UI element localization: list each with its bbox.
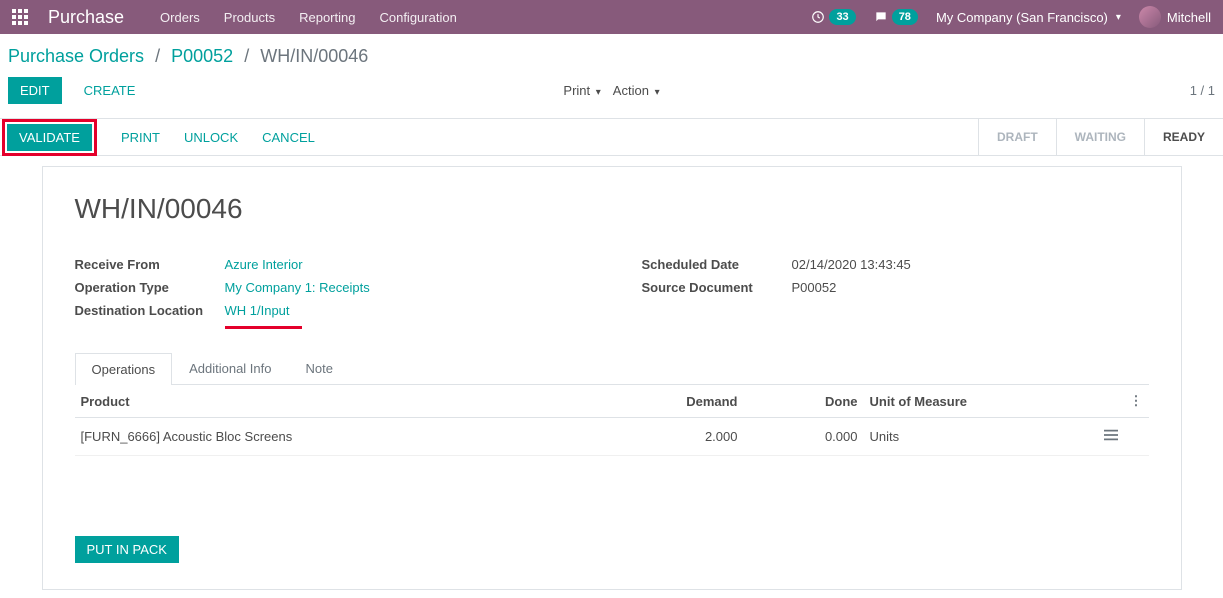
- col-product: Product: [75, 385, 624, 418]
- operation-type-value[interactable]: My Company 1: Receipts: [225, 280, 370, 295]
- receive-from-value[interactable]: Azure Interior: [225, 257, 303, 272]
- print-button[interactable]: PRINT: [121, 130, 160, 145]
- user-menu[interactable]: Mitchell: [1139, 6, 1211, 28]
- nav-configuration[interactable]: Configuration: [379, 10, 456, 25]
- breadcrumb: Purchase Orders / P00052 / WH/IN/00046: [0, 34, 1223, 67]
- scheduled-date-value: 02/14/2020 13:43:45: [792, 257, 911, 272]
- table-row[interactable]: [FURN_6666] Acoustic Bloc Screens 2.000 …: [75, 418, 1149, 456]
- list-icon[interactable]: [1104, 428, 1118, 442]
- chat-icon: [874, 10, 888, 24]
- cell-demand: 2.000: [624, 418, 744, 456]
- stage-waiting[interactable]: WAITING: [1056, 119, 1144, 155]
- destination-location-value[interactable]: WH 1/Input: [225, 303, 290, 318]
- nav-products[interactable]: Products: [224, 10, 275, 25]
- col-demand: Demand: [624, 385, 744, 418]
- tab-operations[interactable]: Operations: [75, 353, 173, 385]
- destination-location-label: Destination Location: [75, 303, 225, 318]
- operation-type-label: Operation Type: [75, 280, 225, 295]
- record-title: WH/IN/00046: [75, 193, 1149, 225]
- top-bar: Purchase Orders Products Reporting Confi…: [0, 0, 1223, 34]
- form-sheet: WH/IN/00046 Receive From Azure Interior …: [42, 166, 1182, 590]
- company-switcher[interactable]: My Company (San Francisco) ▾: [936, 10, 1121, 25]
- nav-reporting[interactable]: Reporting: [299, 10, 355, 25]
- form-col-left: Receive From Azure Interior Operation Ty…: [75, 253, 582, 322]
- company-name: My Company (San Francisco): [936, 10, 1108, 25]
- validate-highlight: VALIDATE: [2, 119, 97, 156]
- form-col-right: Scheduled Date 02/14/2020 13:43:45 Sourc…: [642, 253, 1149, 322]
- col-uom: Unit of Measure: [864, 385, 1064, 418]
- edit-button[interactable]: EDIT: [8, 77, 62, 104]
- create-button[interactable]: CREATE: [74, 78, 146, 103]
- top-nav: Orders Products Reporting Configuration: [160, 10, 457, 25]
- scheduled-date-label: Scheduled Date: [642, 257, 792, 272]
- status-stages: DRAFT WAITING READY: [978, 119, 1223, 155]
- activity-count: 33: [829, 9, 855, 25]
- chat-count: 78: [892, 9, 918, 25]
- control-center: Print ▾ Action ▾: [563, 83, 659, 98]
- app-title[interactable]: Purchase: [48, 7, 124, 28]
- put-in-pack-button[interactable]: PUT IN PACK: [75, 536, 179, 563]
- cell-done: 0.000: [744, 418, 864, 456]
- nav-orders[interactable]: Orders: [160, 10, 200, 25]
- breadcrumb-sep: /: [238, 46, 255, 66]
- action-dropdown[interactable]: Action ▾: [613, 83, 660, 98]
- cell-product: [FURN_6666] Acoustic Bloc Screens: [75, 418, 624, 456]
- pager[interactable]: 1 / 1: [1190, 83, 1215, 98]
- user-name: Mitchell: [1167, 10, 1211, 25]
- operations-table: Product Demand Done Unit of Measure ⋮ [F…: [75, 385, 1149, 456]
- tab-note[interactable]: Note: [289, 352, 350, 384]
- source-document-label: Source Document: [642, 280, 792, 295]
- chevron-down-icon: ▾: [655, 87, 660, 98]
- unlock-button[interactable]: UNLOCK: [184, 130, 238, 145]
- cancel-button[interactable]: CANCEL: [262, 130, 315, 145]
- cell-uom: Units: [864, 418, 1064, 456]
- statusbar-buttons: VALIDATE PRINT UNLOCK CANCEL: [0, 119, 315, 155]
- print-dropdown[interactable]: Print ▾: [563, 83, 600, 98]
- col-kebab[interactable]: ⋮: [1124, 385, 1149, 418]
- col-done: Done: [744, 385, 864, 418]
- control-bar: EDIT CREATE Print ▾ Action ▾ 1 / 1: [0, 67, 1223, 118]
- discuss-indicator[interactable]: 78: [874, 9, 918, 25]
- stage-ready[interactable]: READY: [1144, 119, 1223, 155]
- topbar-right: 33 78 My Company (San Francisco) ▾ Mitch…: [811, 6, 1211, 28]
- breadcrumb-sep: /: [149, 46, 166, 66]
- tab-additional-info[interactable]: Additional Info: [172, 352, 288, 384]
- breadcrumb-current: WH/IN/00046: [260, 46, 368, 66]
- avatar: [1139, 6, 1161, 28]
- breadcrumb-root[interactable]: Purchase Orders: [8, 46, 144, 66]
- breadcrumb-po[interactable]: P00052: [171, 46, 233, 66]
- apps-icon[interactable]: [12, 9, 28, 25]
- receive-from-label: Receive From: [75, 257, 225, 272]
- validate-button[interactable]: VALIDATE: [7, 124, 92, 151]
- status-bar: VALIDATE PRINT UNLOCK CANCEL DRAFT WAITI…: [0, 118, 1223, 156]
- chevron-down-icon: ▾: [1116, 12, 1121, 23]
- clock-icon: [811, 10, 825, 24]
- tabs: Operations Additional Info Note: [75, 352, 1149, 385]
- activity-indicator[interactable]: 33: [811, 9, 855, 25]
- source-document-value: P00052: [792, 280, 837, 295]
- form-grid: Receive From Azure Interior Operation Ty…: [75, 253, 1149, 322]
- chevron-down-icon: ▾: [596, 87, 601, 98]
- stage-draft[interactable]: DRAFT: [978, 119, 1056, 155]
